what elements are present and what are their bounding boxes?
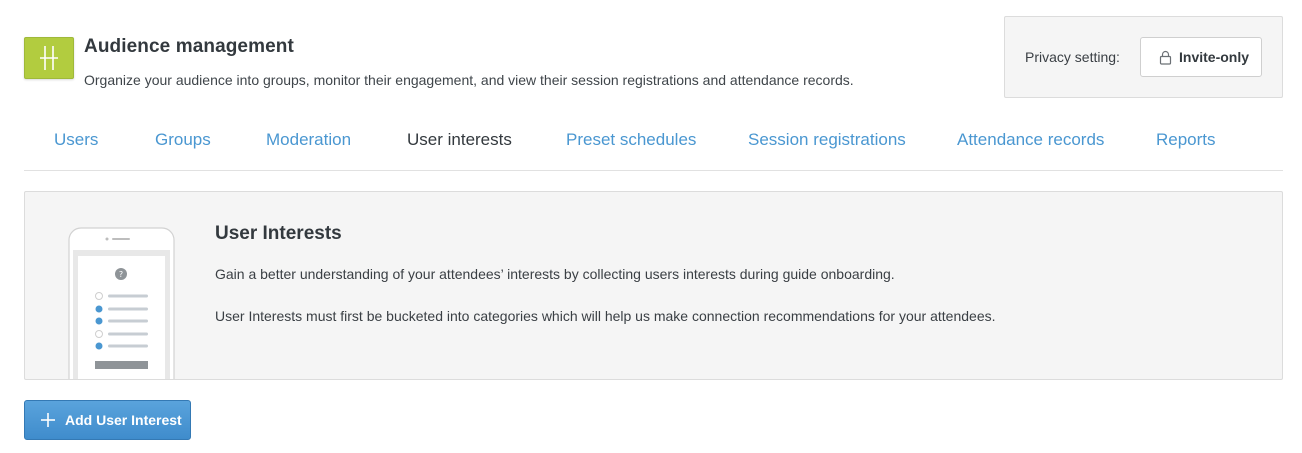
tab-attendance-records[interactable]: Attendance records (957, 130, 1104, 150)
user-interests-info-panel: ? User Interests Gain a better understan… (24, 191, 1283, 380)
privacy-setting-value: Invite-only (1179, 49, 1250, 65)
lock-icon (1159, 50, 1172, 65)
tab-groups[interactable]: Groups (155, 130, 211, 150)
panel-title: User Interests (215, 223, 342, 244)
svg-text:?: ? (119, 270, 123, 279)
panel-description: Gain a better understanding of your atte… (215, 266, 895, 282)
tab-preset-schedules[interactable]: Preset schedules (566, 130, 696, 150)
tab-users[interactable]: Users (54, 130, 98, 150)
add-user-interest-button[interactable]: Add User Interest (24, 400, 191, 440)
phone-survey-illustration-icon: ? (68, 227, 175, 379)
tab-user-interests[interactable]: User interests (407, 130, 512, 150)
h-letter-logo-icon (40, 46, 58, 70)
page-subtitle: Organize your audience into groups, moni… (84, 72, 854, 88)
page-title: Audience management (84, 36, 294, 57)
tab-bar: Users Groups Moderation User interests P… (24, 126, 1283, 171)
privacy-setting-panel: Privacy setting: Invite-only (1004, 16, 1283, 98)
privacy-setting-button[interactable]: Invite-only (1140, 37, 1262, 77)
add-user-interest-label: Add User Interest (65, 412, 182, 428)
tab-reports[interactable]: Reports (1156, 130, 1216, 150)
privacy-setting-label: Privacy setting: (1025, 49, 1120, 65)
app-logo (24, 37, 74, 79)
panel-instructions: User Interests must first be bucketed in… (215, 308, 996, 324)
tab-session-registrations[interactable]: Session registrations (748, 130, 906, 150)
plus-icon (41, 413, 55, 427)
tab-moderation[interactable]: Moderation (266, 130, 351, 150)
